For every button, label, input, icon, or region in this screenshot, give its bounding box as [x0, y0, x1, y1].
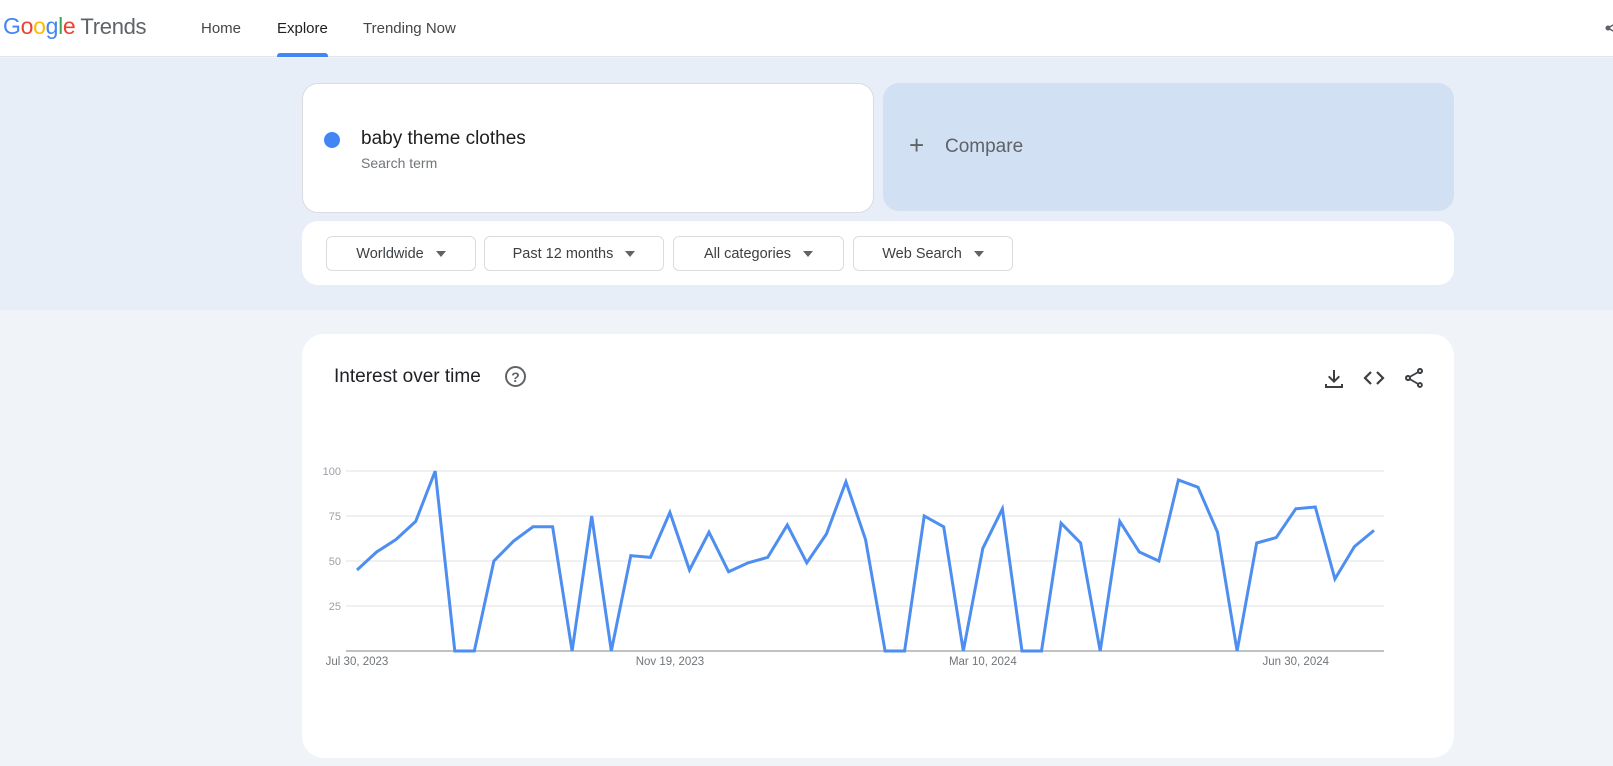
filter-bar: Worldwide Past 12 months All categories …	[302, 221, 1454, 285]
nav-home[interactable]: Home	[201, 0, 241, 57]
x-tick-label: Jun 30, 2024	[1263, 656, 1330, 668]
category-dropdown[interactable]: All categories	[673, 236, 844, 271]
compare-button[interactable]: + Compare	[883, 83, 1454, 211]
y-tick-label: 50	[329, 556, 341, 568]
google-trends-logo[interactable]: Google Trends	[3, 13, 147, 40]
search-term[interactable]: baby theme clothes	[361, 128, 526, 150]
search-type-dropdown[interactable]: Web Search	[853, 236, 1013, 271]
nav-trending-now[interactable]: Trending Now	[363, 0, 456, 57]
x-tick-label: Mar 10, 2024	[949, 656, 1017, 668]
search-term-card[interactable]: baby theme clothes Search term	[302, 83, 874, 213]
caret-down-icon	[803, 250, 814, 257]
search-term-type: Search term	[361, 155, 438, 171]
x-tick-label: Nov 19, 2023	[636, 656, 704, 668]
interest-line-chart[interactable]: 25 50 75 100 Jul 30, 2023 Nov 19, 2023 Mar 10,…	[302, 334, 1454, 758]
region-label: Worldwide	[356, 245, 424, 262]
top-header: Google Trends Home Explore Trending Now	[0, 0, 1613, 57]
caret-down-icon	[625, 250, 636, 257]
y-tick-label: 25	[329, 601, 341, 613]
x-tick-label: Jul 30, 2023	[326, 656, 389, 668]
region-dropdown[interactable]: Worldwide	[326, 236, 476, 271]
share-icon[interactable]	[1603, 18, 1613, 38]
category-label: All categories	[703, 245, 792, 262]
caret-down-icon	[973, 250, 984, 257]
y-tick-label: 100	[323, 466, 341, 478]
search-type-label: Web Search	[882, 245, 962, 262]
y-tick-label: 75	[329, 511, 341, 523]
time-range-dropdown[interactable]: Past 12 months	[484, 236, 664, 271]
nav-explore[interactable]: Explore	[277, 0, 328, 57]
plus-icon: +	[909, 130, 925, 160]
interest-over-time-card: Interest over time ? 25 50 75 100 Jul 30, 20…	[302, 334, 1454, 758]
caret-down-icon	[435, 250, 446, 257]
time-range-label: Past 12 months	[512, 245, 614, 262]
term-color-dot	[324, 132, 340, 148]
compare-label: Compare	[945, 136, 1024, 157]
